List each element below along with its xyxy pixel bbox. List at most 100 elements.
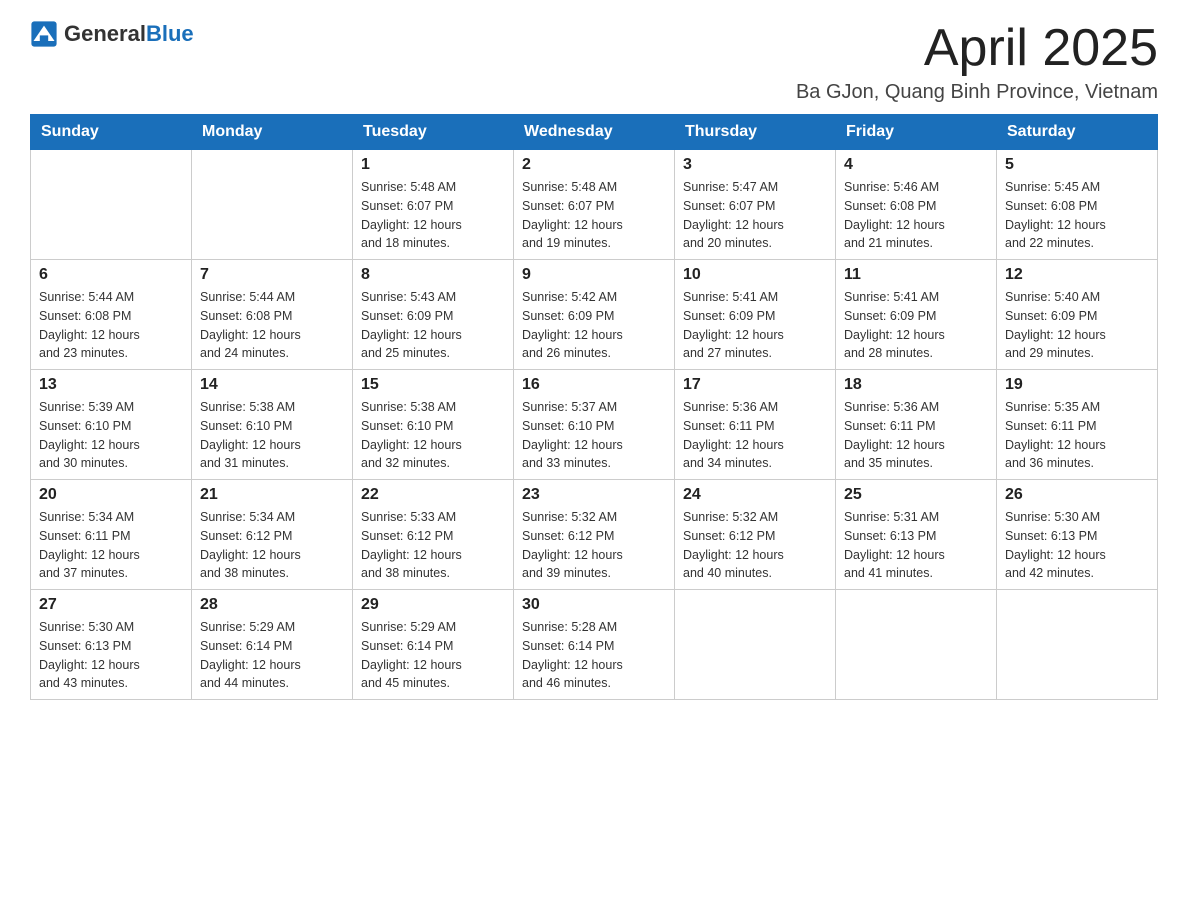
calendar-cell: 2Sunrise: 5:48 AMSunset: 6:07 PMDaylight… [514, 150, 675, 260]
week-row-1: 1 Sunrise: 5:48 AMSunset: 6:07 PMDaylight… [31, 150, 1158, 260]
calendar-cell: 11 Sunrise: 5:41 AMSunset: 6:09 PMDayligh… [836, 260, 997, 370]
logo: GeneralBlue [30, 20, 194, 48]
calendar-subtitle: Ba GJon, Quang Binh Province, Vietnam [796, 81, 1158, 104]
day-info: Sunrise: 5:36 AMSunset: 6:11 PMDaylight:… [683, 398, 827, 473]
calendar-cell: 10 Sunrise: 5:41 AMSunset: 6:09 PMDayligh… [675, 260, 836, 370]
day-info: Sunrise: 5:32 AMSunset: 6:12 PMDaylight:… [683, 508, 827, 583]
calendar-cell: 5Sunrise: 5:45 AMSunset: 6:08 PMDaylight… [997, 150, 1158, 260]
calendar-title: April 2025 [796, 20, 1158, 77]
logo-text-blue: Blue [146, 21, 194, 46]
day-number: 5 [1005, 156, 1149, 174]
day-info: Sunrise: 5:42 AMSunset: 6:09 PMDaylight:… [522, 288, 666, 363]
calendar-cell: 9 Sunrise: 5:42 AMSunset: 6:09 PMDaylight… [514, 260, 675, 370]
calendar-cell: 23Sunrise: 5:32 AMSunset: 6:12 PMDayligh… [514, 480, 675, 590]
day-number: 8 [361, 266, 505, 284]
calendar-header-row: SundayMondayTuesdayWednesdayThursdayFrid… [31, 115, 1158, 150]
calendar-cell: 12 Sunrise: 5:40 AMSunset: 6:09 PMDayligh… [997, 260, 1158, 370]
calendar-cell: 24 Sunrise: 5:32 AMSunset: 6:12 PMDayligh… [675, 480, 836, 590]
calendar-cell: 27 Sunrise: 5:30 AMSunset: 6:13 PMDayligh… [31, 590, 192, 700]
calendar-header-saturday: Saturday [997, 115, 1158, 150]
day-number: 29 [361, 596, 505, 614]
day-number: 11 [844, 266, 988, 284]
calendar-cell: 15 Sunrise: 5:38 AMSunset: 6:10 PMDayligh… [353, 370, 514, 480]
day-info: Sunrise: 5:33 AMSunset: 6:12 PMDaylight:… [361, 508, 505, 583]
calendar-cell: 21 Sunrise: 5:34 AMSunset: 6:12 PMDayligh… [192, 480, 353, 590]
day-info: Sunrise: 5:40 AMSunset: 6:09 PMDaylight:… [1005, 288, 1149, 363]
day-info: Sunrise: 5:37 AMSunset: 6:10 PMDaylight:… [522, 398, 666, 473]
day-info: Sunrise: 5:44 AMSunset: 6:08 PMDaylight:… [200, 288, 344, 363]
calendar-cell: 13Sunrise: 5:39 AMSunset: 6:10 PMDayligh… [31, 370, 192, 480]
day-number: 25 [844, 486, 988, 504]
calendar-cell: 26Sunrise: 5:30 AMSunset: 6:13 PMDayligh… [997, 480, 1158, 590]
day-info: Sunrise: 5:38 AMSunset: 6:10 PMDaylight:… [200, 398, 344, 473]
day-number: 12 [1005, 266, 1149, 284]
day-info: Sunrise: 5:31 AMSunset: 6:13 PMDaylight:… [844, 508, 988, 583]
calendar-cell [997, 590, 1158, 700]
calendar-cell: 3 Sunrise: 5:47 AMSunset: 6:07 PMDaylight… [675, 150, 836, 260]
calendar-header-friday: Friday [836, 115, 997, 150]
calendar-cell: 29 Sunrise: 5:29 AMSunset: 6:14 PMDayligh… [353, 590, 514, 700]
week-row-3: 13Sunrise: 5:39 AMSunset: 6:10 PMDayligh… [31, 370, 1158, 480]
day-number: 4 [844, 156, 988, 174]
calendar-cell: 17 Sunrise: 5:36 AMSunset: 6:11 PMDayligh… [675, 370, 836, 480]
day-number: 13 [39, 376, 183, 394]
calendar-header-tuesday: Tuesday [353, 115, 514, 150]
day-number: 6 [39, 266, 183, 284]
day-info: Sunrise: 5:28 AMSunset: 6:14 PMDaylight:… [522, 618, 666, 693]
calendar-cell: 4 Sunrise: 5:46 AMSunset: 6:08 PMDaylight… [836, 150, 997, 260]
day-info: Sunrise: 5:34 AMSunset: 6:11 PMDaylight:… [39, 508, 183, 583]
calendar-cell [675, 590, 836, 700]
calendar-header-wednesday: Wednesday [514, 115, 675, 150]
week-row-4: 20 Sunrise: 5:34 AMSunset: 6:11 PMDayligh… [31, 480, 1158, 590]
day-number: 30 [522, 596, 666, 614]
calendar-cell [836, 590, 997, 700]
calendar-table: SundayMondayTuesdayWednesdayThursdayFrid… [30, 114, 1158, 700]
day-info: Sunrise: 5:44 AMSunset: 6:08 PMDaylight:… [39, 288, 183, 363]
logo-icon [30, 20, 58, 48]
logo-text-general: General [64, 21, 146, 46]
day-number: 20 [39, 486, 183, 504]
day-info: Sunrise: 5:41 AMSunset: 6:09 PMDaylight:… [844, 288, 988, 363]
day-number: 21 [200, 486, 344, 504]
day-number: 24 [683, 486, 827, 504]
page-header: GeneralBlue April 2025 Ba GJon, Quang Bi… [30, 20, 1158, 104]
day-info: Sunrise: 5:46 AMSunset: 6:08 PMDaylight:… [844, 178, 988, 253]
day-info: Sunrise: 5:29 AMSunset: 6:14 PMDaylight:… [361, 618, 505, 693]
day-number: 2 [522, 156, 666, 174]
calendar-cell: 1 Sunrise: 5:48 AMSunset: 6:07 PMDaylight… [353, 150, 514, 260]
day-info: Sunrise: 5:38 AMSunset: 6:10 PMDaylight:… [361, 398, 505, 473]
day-info: Sunrise: 5:48 AMSunset: 6:07 PMDaylight:… [361, 178, 505, 253]
day-info: Sunrise: 5:41 AMSunset: 6:09 PMDaylight:… [683, 288, 827, 363]
day-number: 17 [683, 376, 827, 394]
day-info: Sunrise: 5:36 AMSunset: 6:11 PMDaylight:… [844, 398, 988, 473]
day-info: Sunrise: 5:32 AMSunset: 6:12 PMDaylight:… [522, 508, 666, 583]
day-number: 22 [361, 486, 505, 504]
day-number: 9 [522, 266, 666, 284]
week-row-2: 6 Sunrise: 5:44 AMSunset: 6:08 PMDaylight… [31, 260, 1158, 370]
day-info: Sunrise: 5:47 AMSunset: 6:07 PMDaylight:… [683, 178, 827, 253]
day-number: 16 [522, 376, 666, 394]
day-number: 1 [361, 156, 505, 174]
calendar-cell: 16 Sunrise: 5:37 AMSunset: 6:10 PMDayligh… [514, 370, 675, 480]
calendar-cell: 20 Sunrise: 5:34 AMSunset: 6:11 PMDayligh… [31, 480, 192, 590]
calendar-cell: 6 Sunrise: 5:44 AMSunset: 6:08 PMDaylight… [31, 260, 192, 370]
day-number: 27 [39, 596, 183, 614]
day-number: 19 [1005, 376, 1149, 394]
calendar-cell [192, 150, 353, 260]
calendar-header-monday: Monday [192, 115, 353, 150]
day-number: 3 [683, 156, 827, 174]
calendar-cell [31, 150, 192, 260]
day-info: Sunrise: 5:43 AMSunset: 6:09 PMDaylight:… [361, 288, 505, 363]
day-number: 7 [200, 266, 344, 284]
calendar-cell: 22 Sunrise: 5:33 AMSunset: 6:12 PMDayligh… [353, 480, 514, 590]
week-row-5: 27 Sunrise: 5:30 AMSunset: 6:13 PMDayligh… [31, 590, 1158, 700]
day-info: Sunrise: 5:30 AMSunset: 6:13 PMDaylight:… [39, 618, 183, 693]
day-info: Sunrise: 5:34 AMSunset: 6:12 PMDaylight:… [200, 508, 344, 583]
day-info: Sunrise: 5:29 AMSunset: 6:14 PMDaylight:… [200, 618, 344, 693]
day-number: 15 [361, 376, 505, 394]
day-number: 26 [1005, 486, 1149, 504]
day-number: 10 [683, 266, 827, 284]
day-number: 28 [200, 596, 344, 614]
calendar-cell: 30 Sunrise: 5:28 AMSunset: 6:14 PMDayligh… [514, 590, 675, 700]
calendar-cell: 28 Sunrise: 5:29 AMSunset: 6:14 PMDayligh… [192, 590, 353, 700]
